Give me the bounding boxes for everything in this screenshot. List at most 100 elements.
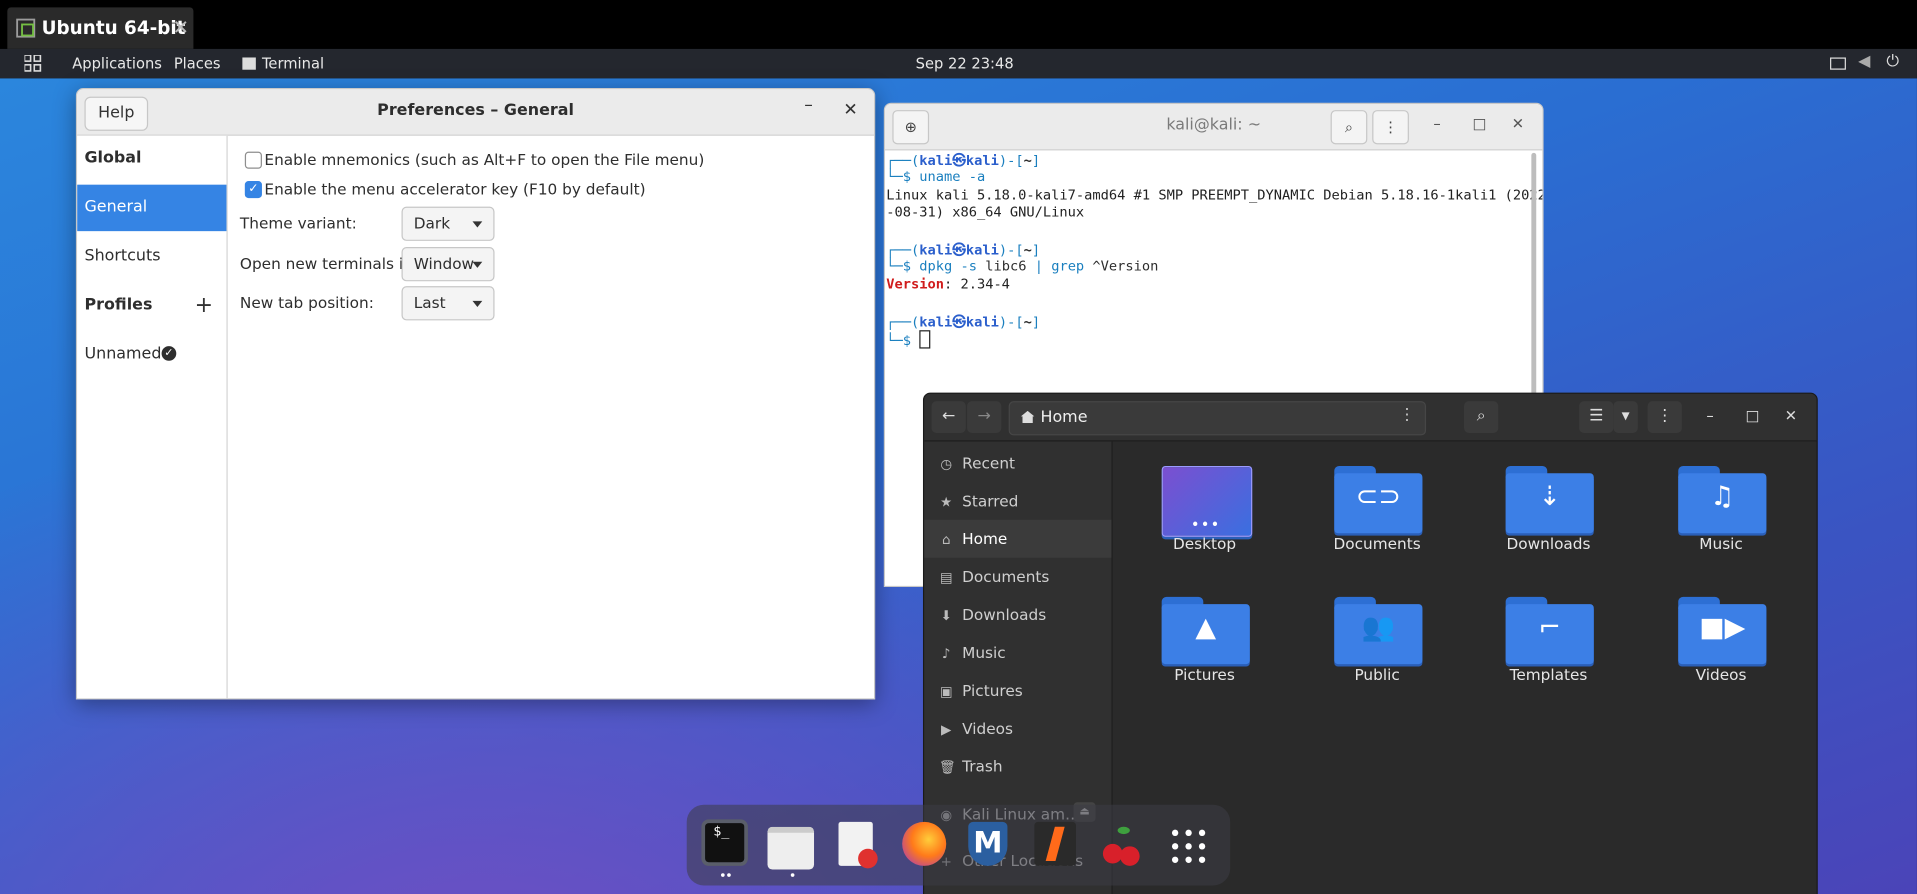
folder-templates[interactable]: ⌐ Templates [1481, 572, 1616, 694]
minimize-icon[interactable]: – [1706, 407, 1713, 424]
folder-name: Public [1354, 665, 1400, 684]
maximize-icon[interactable]: □ [1473, 115, 1487, 132]
open-terminals-value: Window [413, 254, 475, 273]
sidebar-item-label: Home [962, 529, 1008, 548]
close-icon[interactable]: ✕ [1512, 115, 1524, 132]
menu-kebab-icon[interactable]: ⋮ [1647, 401, 1682, 433]
pictures-folder-icon: ▲ [1161, 596, 1250, 665]
command-text: ^Version [1084, 258, 1159, 274]
folder-name: Documents [1333, 534, 1421, 553]
sidebar-item-home[interactable]: ⌂ Home [924, 519, 1112, 558]
back-arrow-icon[interactable]: ← [931, 401, 966, 433]
minimize-icon[interactable]: – [1433, 115, 1440, 132]
screen-icon[interactable] [1830, 57, 1846, 70]
video-icon: ▶ [941, 721, 952, 738]
activities-grid-icon[interactable] [24, 55, 42, 72]
folder-glyph: ■▶ [1699, 612, 1746, 644]
location-bar[interactable]: Home ⋮ [1008, 401, 1427, 436]
sidebar-item-general[interactable]: General [77, 184, 227, 232]
prompt-dir: ~ [1023, 314, 1032, 331]
files-header: ← → Home ⋮ ⌕ ☰ ▾ ⋮ – □ ✕ [924, 393, 1817, 442]
sidebar-item-shortcuts[interactable]: Shortcuts [77, 234, 226, 280]
prompt-user: kali㉿kali [919, 242, 999, 259]
folder-public[interactable]: 👥 Public [1310, 572, 1445, 694]
folder-downloads[interactable]: ⇣ Downloads [1481, 442, 1616, 564]
command-text: | grep [1034, 258, 1085, 274]
folder-name: Videos [1695, 665, 1747, 684]
close-icon[interactable]: ✕ [1785, 407, 1797, 424]
vm-tab-close-icon[interactable]: ✕ [173, 16, 189, 39]
sidebar-item-label: Recent [962, 453, 1016, 473]
list-view-icon[interactable]: ☰ [1579, 401, 1614, 433]
folder-pictures[interactable]: ▲ Pictures [1137, 572, 1272, 694]
view-options-chevron-icon[interactable]: ▾ [1613, 401, 1638, 433]
add-profile-icon[interactable]: + [195, 292, 213, 318]
firefox-icon[interactable] [902, 821, 947, 866]
power-icon[interactable]: ⏻ [1886, 53, 1899, 71]
files-icon[interactable] [767, 826, 815, 870]
menu-accelerator-label: Enable the menu accelerator key (F10 by … [264, 179, 646, 199]
cherrytree-icon[interactable] [1100, 824, 1144, 868]
folder-name: Music [1699, 534, 1743, 553]
clock-icon: ◷ [940, 456, 953, 473]
sidebar-item-starred[interactable]: ★ Starred [924, 482, 1111, 520]
applications-menu[interactable]: Applications [72, 55, 162, 72]
places-menu[interactable]: Places [174, 55, 221, 72]
folder-glyph: 👥 [1361, 612, 1396, 644]
chevron-down-icon [472, 261, 483, 268]
sidebar-item-downloads[interactable]: ⬇ Downloads [924, 596, 1111, 634]
sidebar-item-unnamed-profile[interactable]: Unnamed ✓ [77, 331, 226, 377]
prompt-close: )-[ [998, 314, 1024, 331]
output-key: Version [886, 276, 944, 293]
command-text: dpkg -s [919, 258, 977, 274]
trash-icon: 🗑 [938, 759, 956, 776]
volume-muted-icon[interactable]: ◀ [1858, 53, 1870, 71]
new-tab-position-dropdown[interactable]: Last [401, 286, 495, 321]
sidebar-item-recent[interactable]: ◷ Recent [924, 444, 1111, 482]
chevron-down-icon [472, 300, 483, 307]
prompt-line: ┌──(kali㉿kali)-[~] [886, 240, 1040, 260]
search-icon[interactable]: ⌕ [1464, 401, 1499, 433]
new-tab-position-value: Last [413, 293, 446, 312]
command-text: libc6 [976, 258, 1035, 274]
terminal-app-menu[interactable]: Terminal [242, 55, 324, 72]
metasploit-icon[interactable]: M [968, 821, 1008, 866]
cherry-right-icon [1120, 846, 1140, 866]
search-icon[interactable]: ⌕ [1330, 110, 1368, 145]
default-profile-check-icon: ✓ [161, 346, 177, 361]
preferences-window: Help Preferences – General – ✕ Global Ge… [75, 88, 876, 700]
clock[interactable]: Sep 22 23:48 [916, 55, 1014, 72]
open-terminals-dropdown[interactable]: Window [401, 247, 495, 282]
sidebar-item-pictures[interactable]: ▣ Pictures [924, 671, 1111, 709]
theme-variant-dropdown[interactable]: Dark [401, 206, 495, 241]
sidebar-item-music[interactable]: ♪ Music [924, 634, 1111, 672]
folder-name: Pictures [1174, 665, 1235, 684]
forward-arrow-icon[interactable]: → [967, 401, 1002, 433]
prompt-open: ┌──( [886, 314, 920, 331]
output-line: Linux kali 5.18.0-kali7-amd64 #1 SMP PRE… [886, 187, 1544, 204]
terminal-icon: $_ [705, 823, 745, 863]
folder-music[interactable]: ♫ Music [1654, 442, 1789, 564]
location-menu-icon[interactable]: ⋮ [1399, 406, 1415, 424]
menu-kebab-icon[interactable]: ⋮ [1372, 110, 1409, 145]
sidebar-item-trash[interactable]: 🗑 Trash [924, 747, 1111, 785]
star-icon: ★ [940, 494, 953, 510]
download-icon: ⬇ [940, 607, 952, 624]
minimize-icon[interactable]: – [804, 95, 813, 115]
dock-terminal-bg[interactable]: $_ [701, 819, 748, 866]
preferences-sidebar: Global General Shortcuts Profiles + Unna… [77, 135, 228, 699]
sidebar-item-videos[interactable]: ▶ Videos [924, 709, 1111, 747]
folder-videos[interactable]: ■▶ Videos [1654, 572, 1789, 694]
folder-documents[interactable]: ⊂⊃ Documents [1310, 442, 1445, 564]
app-grid-icon[interactable] [1171, 829, 1206, 863]
burpsuite-icon[interactable] [1034, 821, 1076, 866]
close-icon[interactable]: ✕ [843, 100, 857, 120]
text-editor-icon[interactable] [838, 821, 878, 869]
music-folder-icon: ♫ [1678, 465, 1767, 534]
folder-desktop[interactable]: ••• Desktop [1137, 442, 1272, 564]
maximize-icon[interactable]: □ [1746, 407, 1760, 424]
vm-tab[interactable]: Ubuntu 64-bit ✕ [7, 7, 194, 49]
sidebar-item-documents[interactable]: ▤ Documents [924, 558, 1111, 596]
mnemonics-checkbox[interactable] [244, 151, 262, 169]
menu-accelerator-checkbox[interactable]: ✓ [244, 181, 262, 199]
